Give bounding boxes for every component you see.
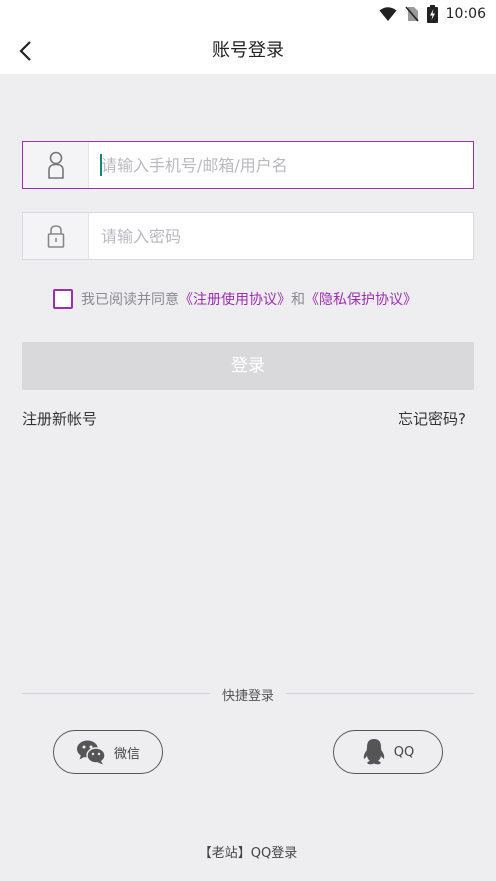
battery-charging-icon (426, 5, 438, 23)
user-icon (47, 151, 64, 179)
status-bar: 10:06 (0, 0, 496, 28)
qq-penguin-icon (363, 739, 384, 765)
status-time: 10:06 (445, 6, 486, 22)
chevron-left-icon (19, 41, 31, 61)
username-field[interactable] (22, 141, 474, 189)
wechat-label: 微信 (113, 746, 140, 762)
app-bar: 账号登录 (0, 28, 496, 74)
quick-login-label: 快捷登录 (221, 689, 274, 704)
wechat-login-button[interactable]: 微信 (53, 730, 163, 774)
wechat-icon (76, 740, 106, 765)
username-icon-box (23, 142, 89, 188)
password-field[interactable] (22, 212, 474, 260)
agreement-and-text: 和 (291, 292, 305, 308)
text-caret (100, 154, 102, 176)
login-button[interactable]: 登录 (22, 342, 474, 390)
back-button[interactable] (10, 36, 40, 66)
privacy-link[interactable]: 《隐私保护协议》 (305, 289, 417, 309)
old-site-qq-login-link[interactable]: 【老站】QQ登录 (0, 842, 496, 861)
wifi-icon (379, 7, 397, 21)
agreement-checkbox[interactable] (53, 289, 73, 309)
username-input[interactable] (89, 142, 473, 188)
qq-label: QQ (393, 744, 415, 760)
page-title: 账号登录 (212, 40, 284, 61)
register-link[interactable]: 注册新帐号 (22, 408, 97, 429)
password-input[interactable] (89, 213, 473, 259)
status-icons: 10:06 (379, 4, 486, 24)
no-sim-icon (405, 6, 419, 22)
forgot-password-link[interactable]: 忘记密码? (398, 408, 466, 429)
agreement-text: 我已阅读并同意 (81, 292, 179, 308)
agreement-row: 我已阅读并同意 《注册使用协议》 和 《隐私保护协议》 (53, 288, 417, 310)
lock-icon (47, 225, 64, 248)
terms-link[interactable]: 《注册使用协议》 (179, 289, 291, 309)
qq-login-button[interactable]: QQ (333, 730, 443, 774)
password-icon-box (23, 213, 89, 259)
